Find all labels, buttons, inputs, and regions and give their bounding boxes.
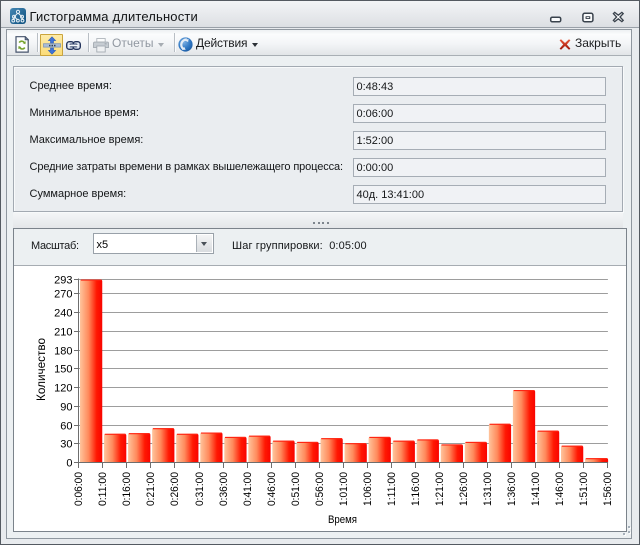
svg-text:0:21:00: 0:21:00 <box>145 472 157 506</box>
svg-text:1:26:00: 1:26:00 <box>458 472 470 506</box>
svg-text:0:41:00: 0:41:00 <box>242 472 254 506</box>
svg-text:1:36:00: 1:36:00 <box>506 472 518 506</box>
svg-text:90: 90 <box>60 401 72 413</box>
svg-text:1:16:00: 1:16:00 <box>410 472 422 506</box>
svg-text:0:56:00: 0:56:00 <box>314 472 326 506</box>
svg-text:0:11:00: 0:11:00 <box>97 472 109 506</box>
svg-text:180: 180 <box>54 345 72 357</box>
svg-text:0:06:00: 0:06:00 <box>73 472 85 506</box>
svg-text:1:11:00: 1:11:00 <box>386 472 398 506</box>
svg-text:0:31:00: 0:31:00 <box>194 472 206 506</box>
svg-text:1:46:00: 1:46:00 <box>554 472 566 506</box>
svg-text:270: 270 <box>54 288 72 300</box>
svg-text:30: 30 <box>60 438 72 450</box>
svg-text:0:46:00: 0:46:00 <box>266 472 278 506</box>
svg-text:0:36:00: 0:36:00 <box>218 472 230 506</box>
svg-text:1:41:00: 1:41:00 <box>530 472 542 506</box>
svg-text:0:51:00: 0:51:00 <box>290 472 302 506</box>
svg-text:Количество: Количество <box>34 338 48 401</box>
svg-text:60: 60 <box>60 420 72 432</box>
svg-text:150: 150 <box>54 363 72 375</box>
svg-text:1:31:00: 1:31:00 <box>482 472 494 506</box>
svg-text:1:51:00: 1:51:00 <box>578 472 590 506</box>
svg-text:210: 210 <box>54 326 72 338</box>
svg-text:0: 0 <box>66 457 72 469</box>
svg-text:240: 240 <box>54 307 72 319</box>
svg-text:1:01:00: 1:01:00 <box>338 472 350 506</box>
svg-text:0:26:00: 0:26:00 <box>169 472 181 506</box>
svg-text:0:16:00: 0:16:00 <box>121 472 133 506</box>
svg-text:1:56:00: 1:56:00 <box>602 472 614 506</box>
svg-text:Время: Время <box>328 514 357 526</box>
svg-text:293: 293 <box>54 274 72 286</box>
svg-text:1:21:00: 1:21:00 <box>434 472 446 506</box>
svg-text:1:06:00: 1:06:00 <box>362 472 374 506</box>
svg-text:120: 120 <box>54 382 72 394</box>
